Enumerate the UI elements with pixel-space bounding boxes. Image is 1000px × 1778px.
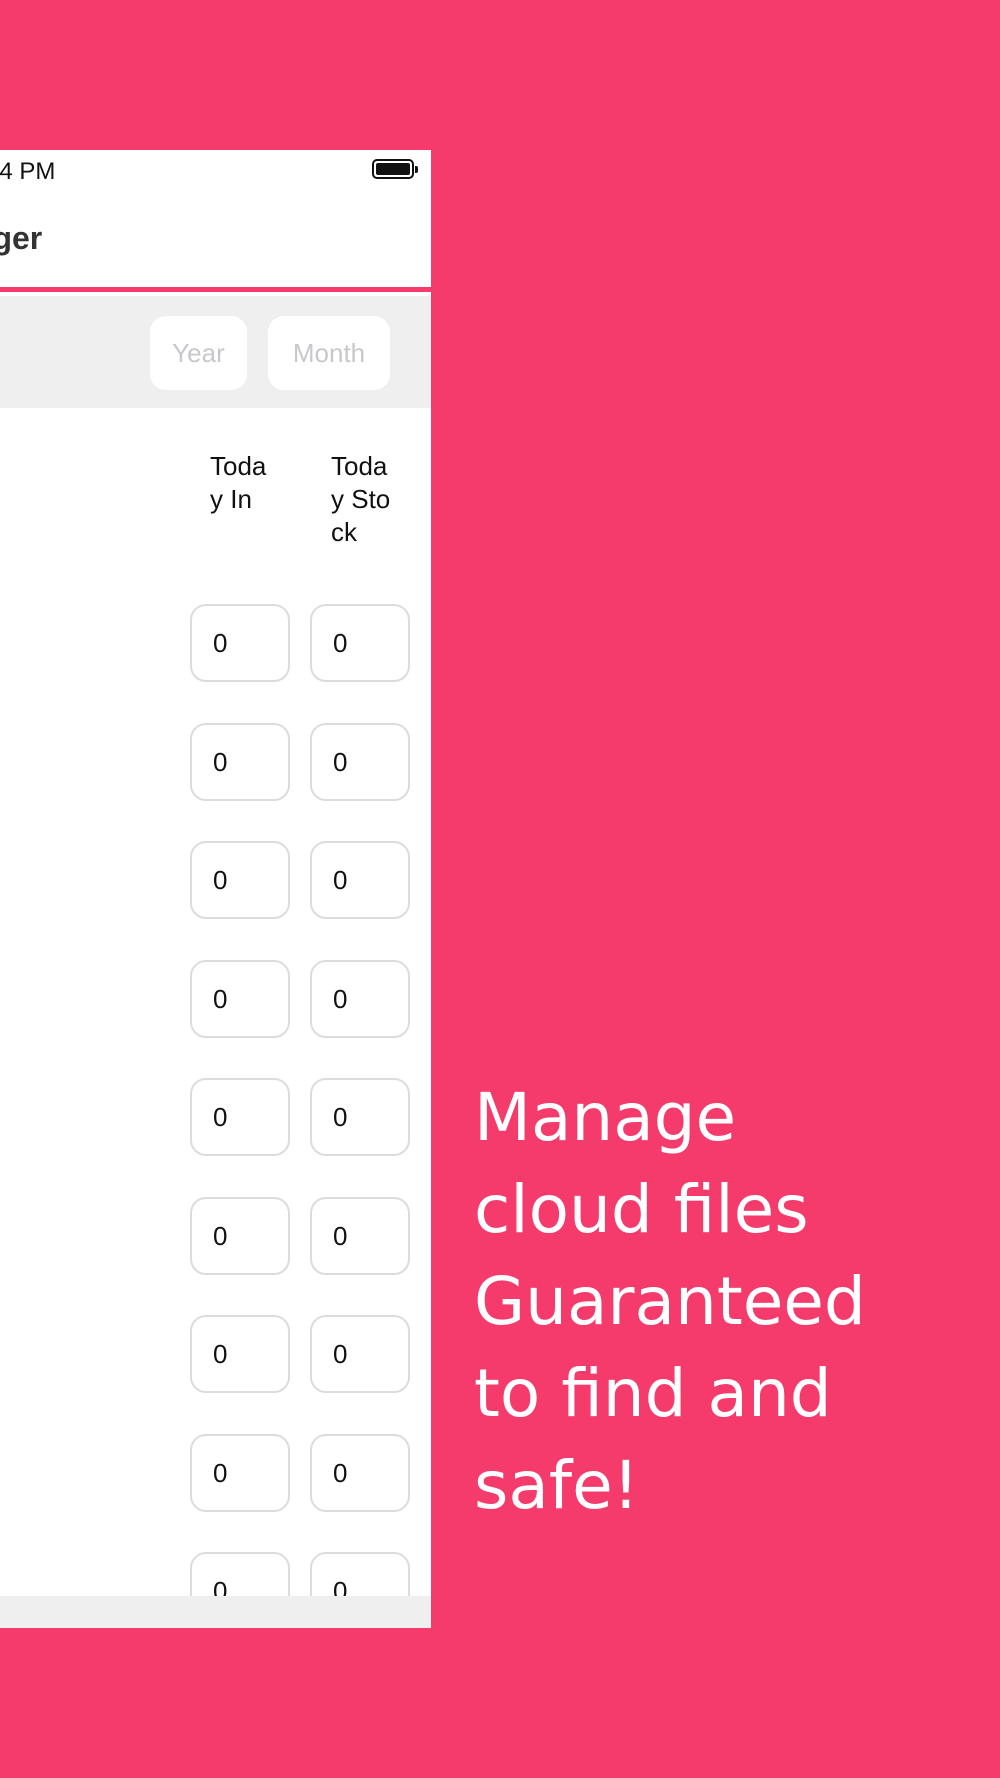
- bottom-bar: [0, 1596, 431, 1628]
- today-stock-input[interactable]: 0: [310, 1315, 410, 1393]
- table-row: 0 0: [0, 1078, 431, 1197]
- table-row: 0 0: [0, 722, 431, 842]
- table-row: 0 0: [0, 841, 431, 960]
- stock-table: 0 0 0 0 0 0 0 0 0 0 0 0 0 0 0 0 0 0: [0, 604, 431, 1628]
- table-row: 0 0: [0, 604, 431, 723]
- column-header-today-in: Today In: [210, 451, 267, 514]
- column-header-today-stock: Today Stock: [331, 451, 391, 547]
- today-stock-input[interactable]: 0: [310, 722, 410, 801]
- navigation-bar: [0, 190, 431, 270]
- today-stock-input[interactable]: 0: [310, 1433, 410, 1512]
- today-stock-input[interactable]: 0: [310, 841, 410, 919]
- today-stock-input[interactable]: 0: [310, 1196, 410, 1275]
- promo-line: Manage: [474, 1079, 737, 1156]
- header-divider: [0, 287, 431, 292]
- promo-line: cloud files: [474, 1171, 809, 1248]
- month-filter-button[interactable]: Month: [268, 316, 390, 390]
- page-title: rger: [0, 220, 43, 256]
- filter-bar: Year Month: [0, 296, 431, 408]
- promo-tagline: Manage cloud files Guaranteed to find an…: [474, 1072, 954, 1532]
- status-bar: 34 PM: [0, 150, 431, 190]
- today-in-input[interactable]: 0: [190, 1196, 290, 1275]
- status-time: 34 PM: [0, 158, 56, 185]
- today-stock-input[interactable]: 0: [310, 959, 410, 1038]
- today-in-input[interactable]: 0: [190, 841, 290, 919]
- screenshot-canvas: { "status_bar": { "time": "34 PM" }, "na…: [0, 0, 1000, 1778]
- table-row: 0 0: [0, 959, 431, 1079]
- today-in-input[interactable]: 0: [190, 959, 290, 1038]
- promo-line: to find and: [474, 1355, 832, 1432]
- table-row: 0 0: [0, 1196, 431, 1316]
- today-in-input[interactable]: 0: [190, 604, 290, 682]
- today-stock-input[interactable]: 0: [310, 604, 410, 682]
- today-in-input[interactable]: 0: [190, 722, 290, 801]
- promo-line: Guaranteed: [474, 1263, 866, 1340]
- table-row: 0 0: [0, 1433, 431, 1553]
- promo-line: safe!: [474, 1447, 640, 1524]
- today-stock-input[interactable]: 0: [310, 1078, 410, 1156]
- year-filter-button[interactable]: Year: [150, 316, 247, 390]
- today-in-input[interactable]: 0: [190, 1315, 290, 1393]
- table-row: 0 0: [0, 1315, 431, 1434]
- phone-screen: 34 PM rger Year Month Today In Today Sto…: [0, 150, 431, 1628]
- today-in-input[interactable]: 0: [190, 1433, 290, 1512]
- today-in-input[interactable]: 0: [190, 1078, 290, 1156]
- battery-icon: [372, 159, 418, 179]
